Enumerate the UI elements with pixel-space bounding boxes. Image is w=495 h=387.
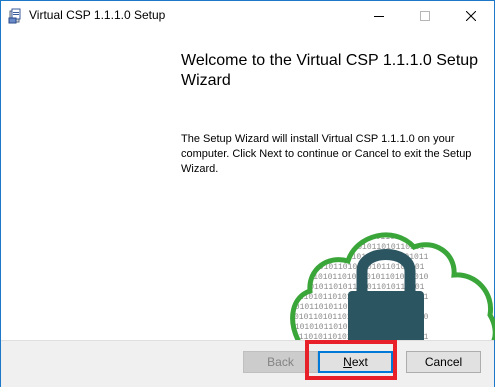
minimize-button[interactable] bbox=[356, 1, 402, 31]
next-button-label: ext bbox=[351, 355, 368, 369]
button-bar: Back Next Cancel bbox=[1, 340, 494, 387]
installer-icon bbox=[8, 8, 21, 24]
close-icon bbox=[466, 11, 476, 21]
back-button-label: Back bbox=[267, 355, 294, 369]
close-button[interactable] bbox=[448, 1, 494, 31]
maximize-icon bbox=[420, 11, 430, 21]
wizard-content: Welcome to the Virtual CSP 1.1.1.0 Setup… bbox=[1, 31, 495, 340]
cancel-button[interactable]: Cancel bbox=[406, 351, 481, 373]
minimize-icon bbox=[374, 16, 384, 17]
back-button[interactable]: Back bbox=[243, 351, 318, 373]
next-button-mnemonic: N bbox=[343, 355, 352, 369]
maximize-button[interactable] bbox=[402, 1, 448, 31]
cancel-button-label: Cancel bbox=[424, 355, 463, 369]
cloud-lock-icon: 0101101011010110101101011010 11010101101… bbox=[290, 232, 495, 340]
title-bar[interactable]: Virtual CSP 1.1.1.0 Setup bbox=[1, 1, 494, 31]
next-button[interactable]: Next bbox=[318, 351, 393, 373]
wizard-description: The Setup Wizard will install Virtual CS… bbox=[181, 133, 472, 175]
window-title: Virtual CSP 1.1.1.0 Setup bbox=[29, 8, 166, 22]
wizard-heading: Welcome to the Virtual CSP 1.1.1.0 Setup… bbox=[181, 52, 479, 89]
setup-window: Virtual CSP 1.1.1.0 Setup Welcome to the… bbox=[0, 0, 495, 387]
